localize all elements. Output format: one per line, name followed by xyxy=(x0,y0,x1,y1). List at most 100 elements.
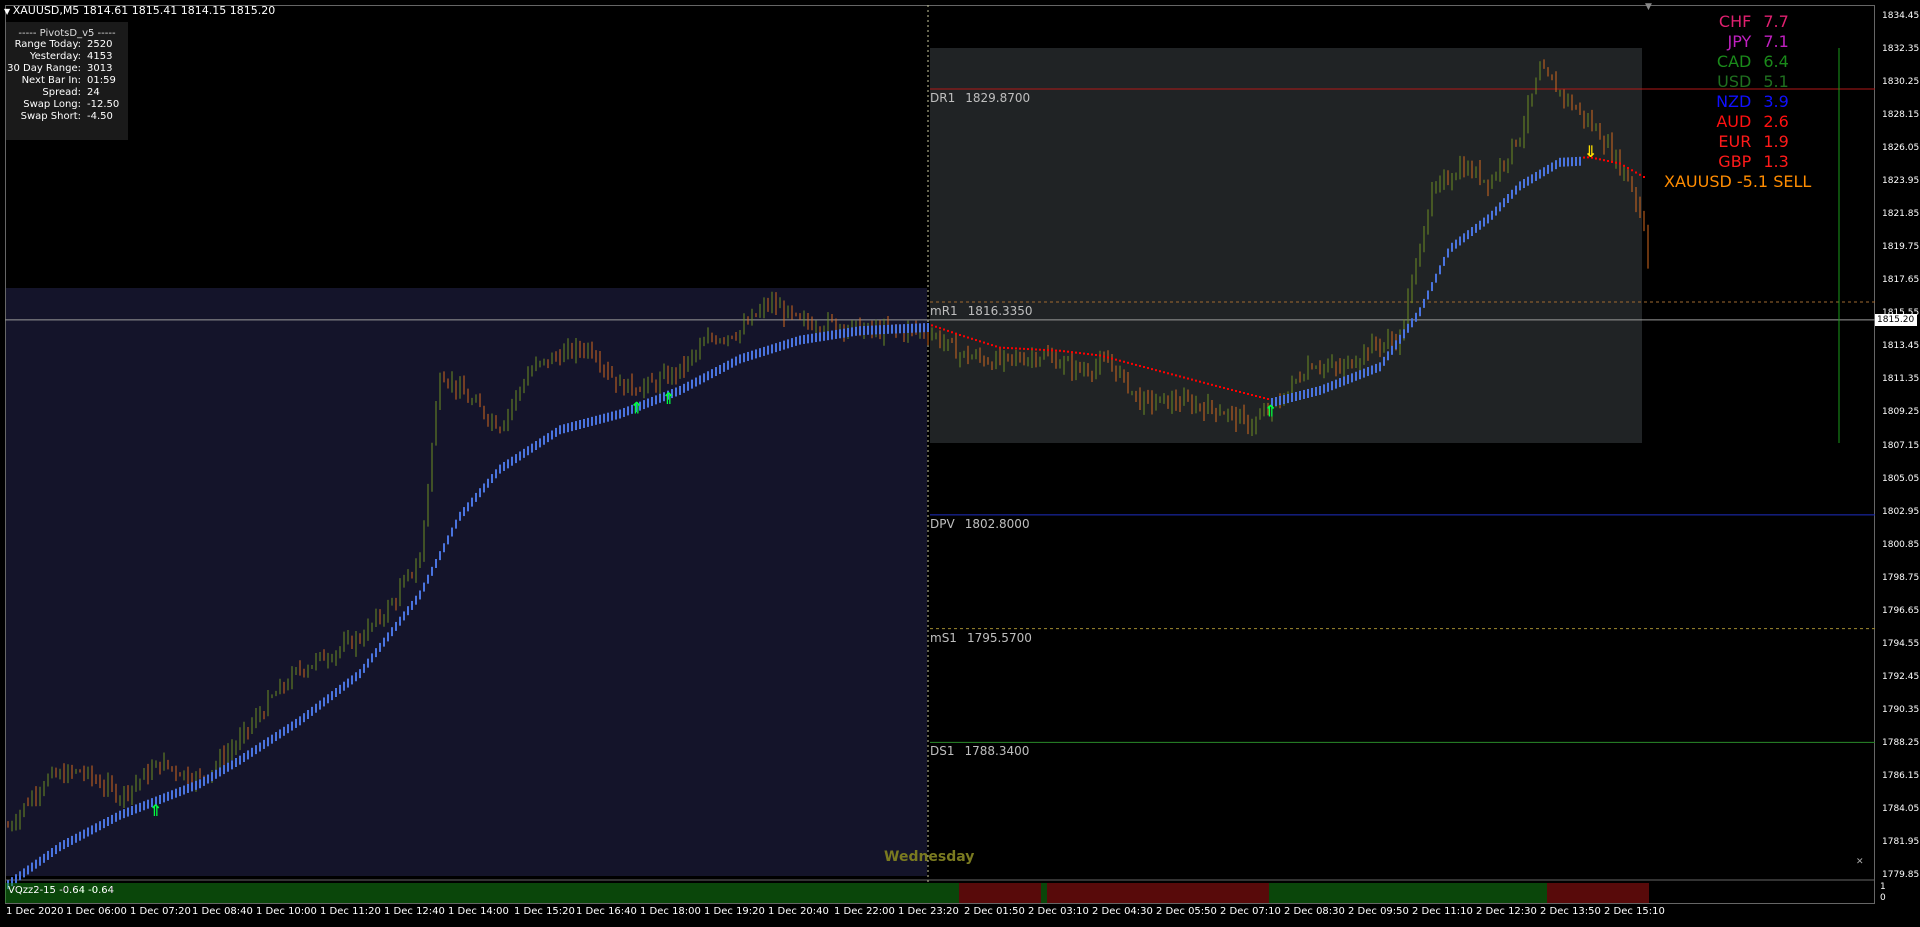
symbol-indicator-icon: ▼ xyxy=(4,7,13,16)
price-chart[interactable]: ⇑ ⇑ ⇑ ⇑ ⇓ xyxy=(0,0,1920,927)
time-tick: 2 Dec 09:50 xyxy=(1348,906,1409,917)
price-tick: 1784.05 xyxy=(1882,803,1920,814)
buy-arrow-icon: ⇑ xyxy=(662,389,675,408)
currency-strength-value: 5.1 xyxy=(1763,72,1789,91)
indicator-scale-bottom: 0 xyxy=(1880,893,1886,903)
pivots-row-label: Swap Long: xyxy=(23,99,81,110)
time-tick: 1 Dec 06:00 xyxy=(66,906,127,917)
time-tick: 1 Dec 08:40 xyxy=(192,906,253,917)
currency-strength-value: 1.9 xyxy=(1763,132,1789,151)
currency-strength-item: AUD 2.6 xyxy=(1700,112,1810,131)
price-tick: 1811.35 xyxy=(1882,374,1920,385)
currency-code: GBP xyxy=(1718,152,1752,171)
currency-code: NZD xyxy=(1716,92,1752,111)
time-tick: 2 Dec 13:50 xyxy=(1540,906,1601,917)
buy-arrow-icon: ⇑ xyxy=(149,801,162,820)
symbol-header: ▼ XAUUSD,M5 1814.61 1815.41 1814.15 1815… xyxy=(4,4,275,17)
pivots-row-value: -12.50 xyxy=(87,99,120,110)
price-tick: 1802.95 xyxy=(1882,506,1920,517)
time-tick: 2 Dec 08:30 xyxy=(1284,906,1345,917)
pivot-level-price: 1829.8700 xyxy=(965,91,1031,106)
buy-arrow-icon: ⇑ xyxy=(1264,402,1277,421)
ohlc-values: 1814.61 1815.41 1814.15 1815.20 xyxy=(82,4,276,17)
pivot-level-price: 1795.5700 xyxy=(966,630,1032,645)
currency-strength-value: 3.9 xyxy=(1763,92,1789,111)
price-tick: 1832.35 xyxy=(1882,44,1920,55)
time-tick: 1 Dec 23:20 xyxy=(898,906,959,917)
time-tick: 1 Dec 19:20 xyxy=(704,906,765,917)
currency-code: AUD xyxy=(1716,112,1752,131)
scale-fix-icon[interactable]: ✕ xyxy=(1856,857,1864,867)
time-tick: 1 Dec 07:20 xyxy=(130,906,191,917)
pivots-row-value: 01:59 xyxy=(87,75,116,86)
currency-strength-item: USD 5.1 xyxy=(1700,72,1810,91)
pivot-level-label: DPV 1802.8000 xyxy=(930,517,1030,531)
price-tick: 1821.85 xyxy=(1882,209,1920,220)
time-tick: 2 Dec 04:30 xyxy=(1092,906,1153,917)
price-tick: 1794.55 xyxy=(1882,638,1920,649)
currency-strength-item: NZD 3.9 xyxy=(1700,92,1810,111)
time-tick: 1 Dec 10:00 xyxy=(256,906,317,917)
indicator-label: VQzz2-15 -0.64 -0.64 xyxy=(8,885,115,896)
time-tick: 1 Dec 20:40 xyxy=(768,906,829,917)
pivots-row: Range Today: 2520 xyxy=(6,39,128,51)
currency-strength-item: EUR 1.9 xyxy=(1700,132,1810,151)
time-tick: 1 Dec 12:40 xyxy=(384,906,445,917)
pivots-row-value: 3013 xyxy=(87,63,113,74)
price-tick: 1788.25 xyxy=(1882,737,1920,748)
current-price-label: 1815.20 xyxy=(1875,313,1917,326)
time-tick: 2 Dec 01:50 xyxy=(964,906,1025,917)
pivot-level-label: DS1 1788.3400 xyxy=(930,744,1029,758)
currency-strength-value: 7.7 xyxy=(1763,12,1789,31)
buy-arrow-icon: ⇑ xyxy=(630,398,643,417)
pivots-row: Spread: 24 xyxy=(6,87,128,99)
price-tick: 1830.25 xyxy=(1882,77,1920,88)
time-tick: 2 Dec 11:10 xyxy=(1412,906,1473,917)
time-tick: 1 Dec 18:00 xyxy=(640,906,701,917)
price-tick: 1834.45 xyxy=(1882,11,1920,21)
day-separator-label: Wednesday xyxy=(884,849,975,865)
pivots-row-label: 30 Day Range: xyxy=(7,63,81,74)
currency-code: USD xyxy=(1717,72,1752,91)
time-tick: 2 Dec 15:10 xyxy=(1604,906,1665,917)
pivots-row-value: 24 xyxy=(87,87,100,98)
chart-shift-marker-icon[interactable]: ▼ xyxy=(1645,2,1652,12)
currency-strength-value: 2.6 xyxy=(1763,112,1789,131)
price-tick: 1800.85 xyxy=(1882,539,1920,550)
pivot-level-price: 1802.8000 xyxy=(964,516,1030,531)
pivots-row-label: Range Today: xyxy=(14,39,81,50)
currency-strength-item: CHF 7.7 xyxy=(1700,12,1810,31)
price-tick: 1826.05 xyxy=(1882,143,1920,154)
time-tick: 1 Dec 16:40 xyxy=(576,906,637,917)
price-tick: 1792.45 xyxy=(1882,671,1920,682)
pivot-level-name: DPV xyxy=(930,516,955,531)
signal-text: XAUUSD -5.1 SELL xyxy=(1664,172,1812,191)
pivots-panel-title: ----- PivotsD_v5 ----- xyxy=(18,28,116,39)
pivot-level-label: DR1 1829.8700 xyxy=(930,91,1030,105)
currency-strength-item: JPY 7.1 xyxy=(1700,32,1810,51)
pivot-level-name: DR1 xyxy=(930,91,956,106)
time-tick: 1 Dec 2020 xyxy=(6,906,64,917)
time-tick: 2 Dec 03:10 xyxy=(1028,906,1089,917)
pivots-row-label: Next Bar In: xyxy=(21,75,81,86)
today-range-box xyxy=(930,48,1642,443)
price-tick: 1823.95 xyxy=(1882,176,1920,187)
pivots-row: Swap Long: -12.50 xyxy=(6,99,128,111)
price-tick: 1813.45 xyxy=(1882,341,1920,352)
price-tick: 1809.25 xyxy=(1882,407,1920,418)
time-tick: 1 Dec 22:00 xyxy=(834,906,895,917)
time-tick: 1 Dec 14:00 xyxy=(448,906,509,917)
currency-strength-value: 6.4 xyxy=(1763,52,1789,71)
pivot-level-name: mR1 xyxy=(930,303,958,318)
time-tick: 1 Dec 11:20 xyxy=(320,906,381,917)
time-tick: 2 Dec 07:10 xyxy=(1220,906,1281,917)
price-tick: 1790.35 xyxy=(1882,704,1920,715)
price-tick: 1798.75 xyxy=(1882,572,1920,583)
pivots-row-value: 4153 xyxy=(87,51,113,62)
pivot-level-name: DS1 xyxy=(930,744,955,759)
price-tick: 1828.15 xyxy=(1882,110,1920,121)
pivots-row-value: 2520 xyxy=(87,39,113,50)
pivots-row-label: Yesterday: xyxy=(29,51,81,62)
time-tick: 2 Dec 12:30 xyxy=(1476,906,1537,917)
currency-strength-value: 1.3 xyxy=(1763,152,1789,171)
